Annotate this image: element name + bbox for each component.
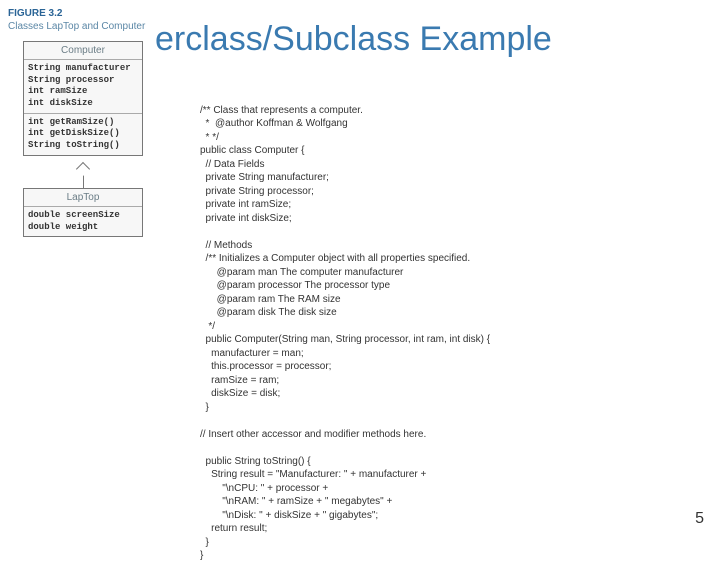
figure-caption: Classes LapTop and Computer [8,21,158,33]
page-number: 5 [695,510,704,528]
code-block-1: /** Class that represents a computer. * … [200,105,363,224]
uml-class-name: Computer [24,42,142,60]
uml-generalization-arrow [8,164,158,188]
uml-methods: int getRamSize() int getDiskSize() Strin… [24,114,142,155]
code-listing: /** Class that represents a computer. * … [200,90,680,563]
uml-fields: String manufacturer String processor int… [24,60,142,114]
code-block-4: public String toString() { String result… [200,456,426,562]
code-block-3: // Insert other accessor and modifier me… [200,429,426,440]
figure-label: FIGURE 3.2 [8,8,158,19]
figure-sidebar: FIGURE 3.2 Classes LapTop and Computer C… [8,8,158,245]
uml-arrowhead-icon [76,162,90,176]
uml-class-laptop: LapTop double screenSize double weight [23,188,143,237]
uml-fields: double screenSize double weight [24,207,142,236]
code-block-2: // Methods /** Initializes a Computer ob… [200,240,490,413]
slide-title: erclass/Subclass Example [155,20,552,59]
uml-class-computer: Computer String manufacturer String proc… [23,41,143,156]
uml-class-name: LapTop [24,189,142,207]
